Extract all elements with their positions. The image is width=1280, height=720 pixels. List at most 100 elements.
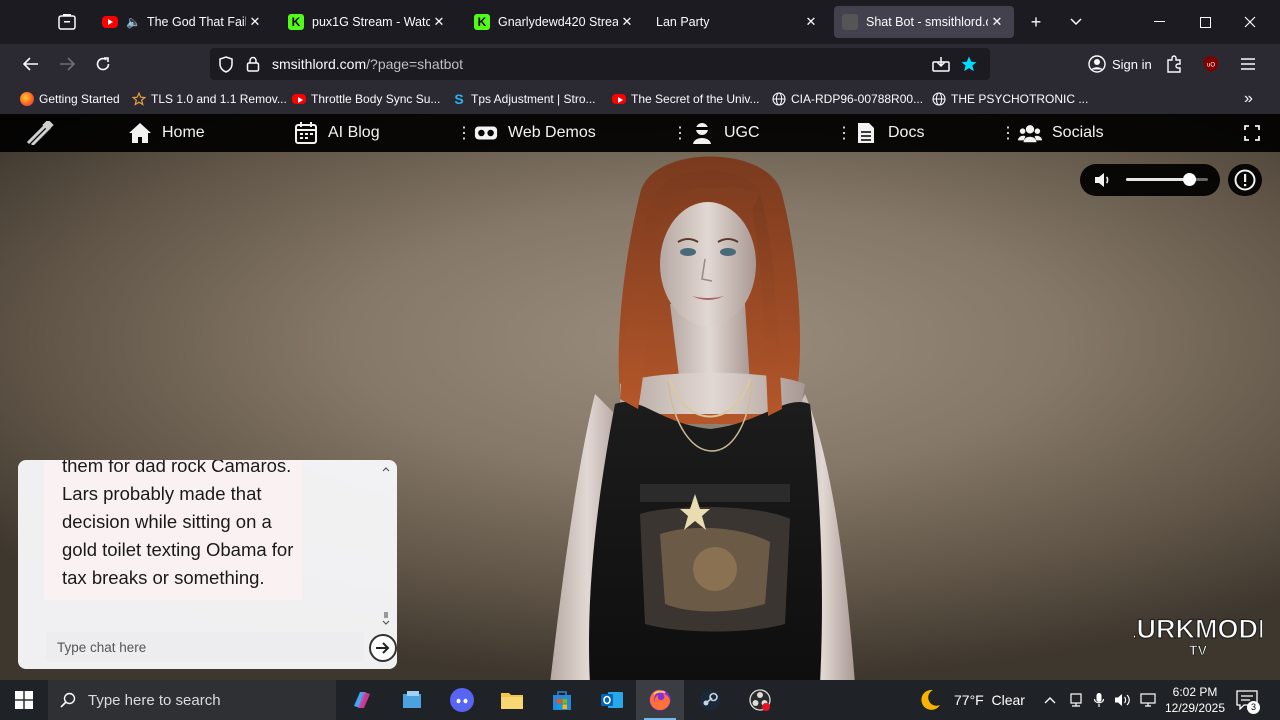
- folder-icon[interactable]: [488, 680, 536, 720]
- search-placeholder: Type here to search: [88, 691, 221, 709]
- weather-widget[interactable]: 77°F Clear: [918, 680, 1025, 720]
- clock[interactable]: 6:02 PM 12/29/2025: [1165, 680, 1225, 720]
- close-tab-icon[interactable]: ✕: [246, 14, 264, 30]
- bookmark-tps[interactable]: S Tps Adjustment | Stro...: [452, 90, 595, 108]
- chat-messages[interactable]: them for dad rock Camaros. Lars probably…: [36, 460, 376, 630]
- tab-kick-2[interactable]: K Gnarlydewd420 Stream ✕: [466, 6, 644, 38]
- youtube-icon: [612, 94, 626, 104]
- bookmark-label: TLS 1.0 and 1.1 Remov...: [151, 92, 287, 106]
- save-to-pocket-icon[interactable]: [932, 56, 950, 77]
- nav-label: Docs: [888, 124, 925, 141]
- nav-home[interactable]: Home: [128, 121, 205, 145]
- tab-label: Lan Party: [656, 15, 710, 29]
- maximize-icon[interactable]: [1190, 8, 1220, 36]
- send-arrow-icon: [376, 642, 390, 654]
- reload-icon[interactable]: [89, 50, 117, 78]
- sign-in-label: Sign in: [1112, 56, 1152, 72]
- search-icon: [60, 692, 76, 708]
- speaker-icon[interactable]: 🔈: [126, 15, 141, 29]
- minimize-icon[interactable]: [1144, 8, 1174, 36]
- bookmark-cia-rdp[interactable]: CIA-RDP96-00788R00...: [772, 90, 923, 108]
- close-tab-icon[interactable]: ✕: [618, 14, 636, 30]
- s-logo-icon: S: [454, 91, 464, 107]
- nav-ugc[interactable]: UGC: [690, 121, 760, 145]
- send-message-button[interactable]: [369, 634, 397, 662]
- ublock-icon[interactable]: uO: [1197, 50, 1225, 78]
- lock-icon[interactable]: [246, 56, 260, 77]
- taskbar-search-box[interactable]: Type here to search: [48, 680, 336, 720]
- close-tab-icon[interactable]: ✕: [988, 14, 1006, 30]
- hamburger-menu-icon[interactable]: [1234, 50, 1262, 78]
- tab-shat-bot[interactable]: Shat Bot - smsithlord.co ✕: [834, 6, 1014, 38]
- svg-text:uO: uO: [1207, 63, 1215, 69]
- forward-arrow-icon[interactable]: [53, 50, 81, 78]
- windows-start-icon[interactable]: [0, 680, 48, 720]
- bookmark-getting-started[interactable]: Getting Started: [20, 90, 120, 108]
- tab-list-icon[interactable]: [48, 6, 86, 38]
- chat-input[interactable]: Type chat here: [46, 632, 364, 662]
- obs-recording-icon[interactable]: [736, 680, 784, 720]
- copilot-icon[interactable]: [338, 680, 386, 720]
- network-adapter-icon[interactable]: [1069, 680, 1083, 720]
- volume-slider-thumb[interactable]: [1183, 173, 1197, 186]
- volume-slider[interactable]: [1126, 173, 1208, 186]
- list-all-tabs-icon[interactable]: [1062, 8, 1090, 36]
- microphone-icon[interactable]: [1093, 680, 1105, 720]
- nav-docs[interactable]: Docs: [854, 121, 924, 145]
- star-icon: [131, 91, 147, 106]
- tab-kick-1[interactable]: K pux1G Stream - Watch L ✕: [280, 6, 456, 38]
- nav-separator-dots-icon: ⋮: [456, 125, 472, 142]
- users-icon: [1018, 121, 1042, 145]
- outlook-icon[interactable]: [588, 680, 636, 720]
- calendar-icon: [294, 121, 318, 145]
- file-explorer-alt-icon[interactable]: [388, 680, 436, 720]
- bookmark-tls[interactable]: TLS 1.0 and 1.1 Remov...: [131, 90, 287, 108]
- bookmark-secret-universe[interactable]: The Secret of the Univ...: [612, 90, 760, 108]
- firefox-taskbar-icon[interactable]: [636, 680, 684, 720]
- display-icon[interactable]: [1140, 680, 1156, 720]
- microsoft-store-icon[interactable]: [538, 680, 586, 720]
- show-hidden-icons-chevron-icon[interactable]: [1044, 680, 1056, 720]
- notifications-icon[interactable]: 3: [1236, 680, 1260, 720]
- close-tab-icon[interactable]: ✕: [802, 14, 820, 30]
- speaker-icon[interactable]: [1094, 172, 1112, 193]
- nav-separator-dots-icon: ⋮: [836, 125, 852, 142]
- kick-icon: K: [288, 14, 304, 30]
- nav-separator-dots-icon: ⋮: [1000, 125, 1016, 142]
- volume-tray-icon[interactable]: [1114, 680, 1132, 720]
- fullscreen-icon[interactable]: [1244, 121, 1260, 145]
- close-window-icon[interactable]: [1235, 8, 1265, 36]
- url-domain: smsithlord.com: [272, 56, 367, 72]
- windows-taskbar: Type here to search 77°F Clear 6:02 PM 1…: [0, 680, 1280, 720]
- tab-lan-party[interactable]: Lan Party ✕: [648, 6, 828, 38]
- extensions-icon[interactable]: [1160, 50, 1188, 78]
- back-arrow-icon[interactable]: [17, 50, 45, 78]
- tab-strip: 🔈 The God That Failed ✕ K pux1G Stream -…: [0, 0, 1280, 44]
- info-alert-button[interactable]: [1228, 164, 1262, 196]
- close-tab-icon[interactable]: ✕: [430, 14, 448, 30]
- steam-icon[interactable]: [686, 680, 734, 720]
- discord-icon[interactable]: [438, 680, 486, 720]
- chat-scrollbar[interactable]: [381, 464, 391, 626]
- nav-web-demos[interactable]: Web Demos: [474, 121, 596, 145]
- 3d-avatar: [550, 156, 855, 680]
- chat-panel: them for dad rock Camaros. Lars probably…: [18, 460, 397, 669]
- site-logo-icon[interactable]: [26, 121, 54, 145]
- bookmark-star-icon[interactable]: [960, 55, 978, 78]
- sign-in-button[interactable]: Sign in: [1080, 50, 1160, 78]
- youtube-icon: [292, 94, 306, 104]
- tab-youtube[interactable]: 🔈 The God That Failed ✕: [94, 6, 272, 38]
- tab-label: pux1G Stream - Watch L: [312, 15, 430, 29]
- bookmark-psychotronic[interactable]: THE PSYCHOTRONIC ...: [932, 90, 1088, 108]
- firefox-icon: [20, 92, 34, 106]
- new-tab-icon[interactable]: +: [1022, 8, 1050, 36]
- more-bookmarks-chevron-icon[interactable]: »: [1244, 90, 1253, 108]
- nav-ai-blog[interactable]: AI Blog: [294, 121, 380, 145]
- url-text[interactable]: smsithlord.com/?page=shatbot: [272, 56, 463, 72]
- logo-line-1: LURKMODE: [1134, 614, 1262, 644]
- bookmark-throttle-body[interactable]: Throttle Body Sync Su...: [292, 90, 440, 108]
- navigation-toolbar: smsithlord.com/?page=shatbot Sign in uO: [0, 44, 1280, 84]
- nav-socials[interactable]: Socials: [1018, 121, 1104, 145]
- shield-icon[interactable]: [218, 56, 234, 78]
- url-bar[interactable]: smsithlord.com/?page=shatbot: [210, 48, 990, 80]
